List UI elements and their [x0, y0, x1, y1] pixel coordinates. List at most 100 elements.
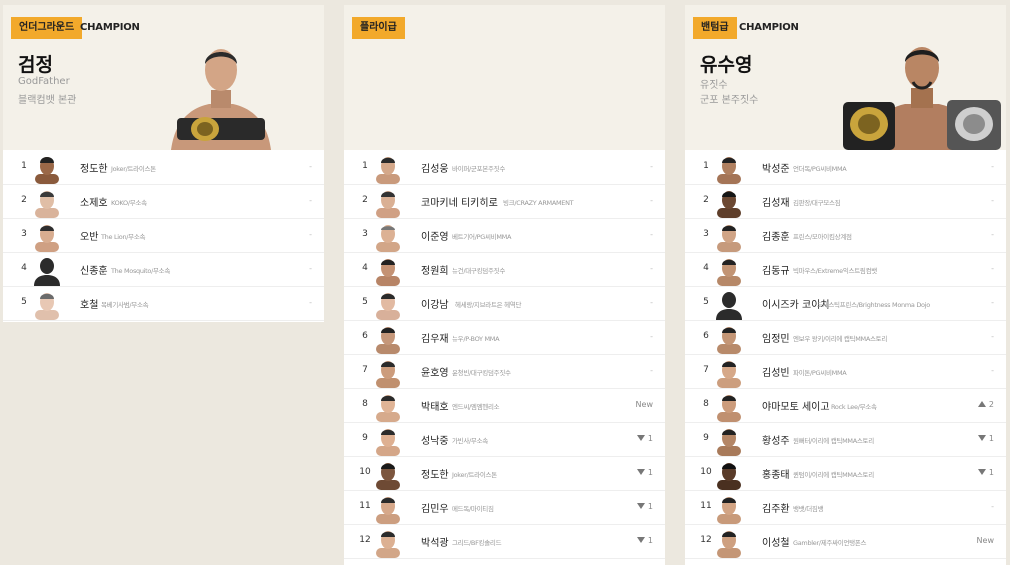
fighter-avatar[interactable] — [372, 322, 404, 354]
table-row[interactable]: 7 윤호영 윤청빈/대구킹덤주짓수 - — [344, 355, 665, 389]
fighter-name[interactable]: 정도한 — [80, 160, 108, 175]
fighter-name[interactable]: 김성재 — [762, 194, 790, 209]
fighter-name[interactable]: 성낙중 — [421, 432, 449, 447]
table-row[interactable]: 3 이준영 베트기어/PG씨비MMA - — [344, 219, 665, 253]
fighter-name[interactable]: 이성철 — [762, 534, 790, 549]
table-row[interactable]: 2 코마키네 티키히로 빙크/CRAZY ARMAMENT - — [344, 185, 665, 219]
fighter-name[interactable]: 이준영 — [421, 228, 449, 243]
rank-trend: - — [991, 366, 994, 375]
fighter-avatar[interactable] — [713, 458, 745, 490]
fighter-name[interactable]: 김성빈 — [762, 364, 790, 379]
fighter-name[interactable]: 김성웅 — [421, 160, 449, 175]
table-row[interactable]: 2 김성재 김판장/대구모스짐 - — [685, 185, 1006, 219]
fighter-avatar[interactable] — [713, 356, 745, 388]
fighter-info: 도제스틱프린스/Brightness Monma Dojo — [817, 301, 930, 309]
fighter-avatar[interactable] — [372, 424, 404, 456]
fighter-name[interactable]: 박석광 — [421, 534, 449, 549]
table-row[interactable]: 10 홍종태 퀸텀이/이리에 캡틱MMA스토리 1 — [685, 457, 1006, 491]
champion-photo[interactable] — [843, 38, 1001, 150]
fighter-avatar[interactable] — [713, 492, 745, 524]
fighter-avatar[interactable] — [31, 152, 63, 184]
fighter-name[interactable]: 코마키네 티키히로 — [421, 194, 498, 209]
table-row[interactable]: 12 박석광 그리드/BF킹솔리드 1 — [344, 525, 665, 559]
table-row[interactable]: 9 황성주 원뻐터/이리에 캡틱MMA스토리 1 — [685, 423, 1006, 457]
table-row[interactable]: 1 정도한 Joker/트라이스톤 - — [3, 151, 324, 185]
fighter-avatar[interactable] — [372, 526, 404, 558]
fighter-avatar[interactable] — [713, 322, 745, 354]
division-badge[interactable]: 밴텀급 — [693, 17, 737, 39]
table-row[interactable]: 8 박태호 엔드씨/엠엠헨리소 New — [344, 389, 665, 423]
table-row[interactable]: 11 김민우 메드독/마이티짐 1 — [344, 491, 665, 525]
fighter-name[interactable]: 정원희 — [421, 262, 449, 277]
fighter-avatar[interactable] — [713, 390, 745, 422]
fighter-avatar[interactable] — [372, 254, 404, 286]
fighter-name[interactable]: 김종훈 — [762, 228, 790, 243]
fighter-avatar[interactable] — [31, 186, 63, 218]
fighter-info: 베트기어/PG씨비MMA — [452, 233, 512, 241]
fighter-avatar[interactable] — [713, 220, 745, 252]
fighter-name[interactable]: 김주환 — [762, 500, 790, 515]
fighter-avatar[interactable] — [372, 152, 404, 184]
fighter-info: 뱅뱃/더짐뱅 — [793, 505, 824, 513]
fighter-name[interactable]: 임정민 — [762, 330, 790, 345]
division-badge[interactable]: 플라이급 — [352, 17, 405, 39]
fighter-avatar[interactable] — [372, 390, 404, 422]
silhouette-icon[interactable] — [713, 288, 745, 320]
table-row[interactable]: 7 김성빈 파이톤/PG씨비MMA - — [685, 355, 1006, 389]
fighter-name[interactable]: 정도한 — [421, 466, 449, 481]
table-row[interactable]: 6 김우재 뉴우/P-BOY MMA - — [344, 321, 665, 355]
table-row[interactable]: 12 이성철 Gambler/제주싸이언탱폰스 New — [685, 525, 1006, 559]
champion-name[interactable]: 검정 — [18, 50, 53, 77]
fighter-name[interactable]: 야마모토 세이고 — [762, 398, 830, 413]
fighter-avatar[interactable] — [372, 458, 404, 490]
fighter-avatar[interactable] — [713, 152, 745, 184]
fighter-avatar[interactable] — [372, 356, 404, 388]
table-row[interactable]: 1 박성준 언더독/PG씨비MMA - — [685, 151, 1006, 185]
fighter-name[interactable]: 윤호영 — [421, 364, 449, 379]
table-row[interactable]: 5 이시즈카 코이치 도제스틱프린스/Brightness Monma Dojo… — [685, 287, 1006, 321]
fighter-name[interactable]: 신종훈 — [80, 262, 108, 277]
table-row[interactable]: 9 성낙중 가빈사/무소속 1 — [344, 423, 665, 457]
fighter-avatar[interactable] — [31, 220, 63, 252]
rank-trend: 1 — [977, 434, 994, 443]
fighter-avatar[interactable] — [372, 186, 404, 218]
fighter-avatar[interactable] — [713, 424, 745, 456]
fighter-avatar[interactable] — [372, 220, 404, 252]
fighter-name[interactable]: 오반 — [80, 228, 98, 243]
table-row[interactable]: 3 김종훈 프린스/모아이킴상계점 - — [685, 219, 1006, 253]
fighter-name[interactable]: 홍종태 — [762, 466, 790, 481]
fighter-name[interactable]: 박태호 — [421, 398, 449, 413]
fighter-avatar[interactable] — [713, 186, 745, 218]
fighter-avatar[interactable] — [713, 526, 745, 558]
table-row[interactable]: 4 김동규 빅마우스/Extreme익스트림컴뱃 - — [685, 253, 1006, 287]
table-row[interactable]: 2 소제호 KOKO/무소속 - — [3, 185, 324, 219]
champion-name[interactable]: 유수영 — [700, 50, 752, 77]
fighter-name[interactable]: 김민우 — [421, 500, 449, 515]
fighter-name[interactable]: 김동규 — [762, 262, 790, 277]
champion-gym: 군포 본주짓수 — [700, 95, 759, 106]
table-row[interactable]: 8 야마모토 세이고 Rock Lee/무소속 2 — [685, 389, 1006, 423]
fighter-name[interactable]: 황성주 — [762, 432, 790, 447]
champion-photo[interactable] — [171, 38, 271, 150]
silhouette-icon[interactable] — [31, 254, 63, 286]
division-badge[interactable]: 언더그라운드 — [11, 17, 83, 39]
fighter-name[interactable]: 박성준 — [762, 160, 790, 175]
fighter-avatar[interactable] — [713, 254, 745, 286]
table-row[interactable]: 11 김주환 뱅뱃/더짐뱅 - — [685, 491, 1006, 525]
fighter-name[interactable]: 소제호 — [80, 194, 108, 209]
table-row[interactable]: 3 오반 The Lion/무소속 - — [3, 219, 324, 253]
fighter-info: 프린스/모아이킴상계점 — [793, 233, 852, 241]
table-row[interactable]: 10 정도한 Joker/트라이스톤 1 — [344, 457, 665, 491]
fighter-avatar[interactable] — [372, 492, 404, 524]
table-row[interactable]: 5 호철 목베기사범/무소속 - — [3, 287, 324, 321]
table-row[interactable]: 5 이강남 헤세랑/지브라트은 헤역단 - — [344, 287, 665, 321]
table-row[interactable]: 6 임정민 엔보우 왕키/이리에 캡틱MMA스토리 - — [685, 321, 1006, 355]
table-row[interactable]: 4 정원희 뉴건/대구킹덤주짓수 - — [344, 253, 665, 287]
fighter-avatar[interactable] — [372, 288, 404, 320]
table-row[interactable]: 4 신종훈 The Mosquito/무소속 - — [3, 253, 324, 287]
fighter-avatar[interactable] — [31, 288, 63, 320]
fighter-name[interactable]: 호철 — [80, 296, 98, 311]
fighter-name[interactable]: 김우재 — [421, 330, 449, 345]
fighter-name[interactable]: 이강남 — [421, 296, 449, 311]
table-row[interactable]: 1 김성웅 바이퍼/군포본주짓수 - — [344, 151, 665, 185]
